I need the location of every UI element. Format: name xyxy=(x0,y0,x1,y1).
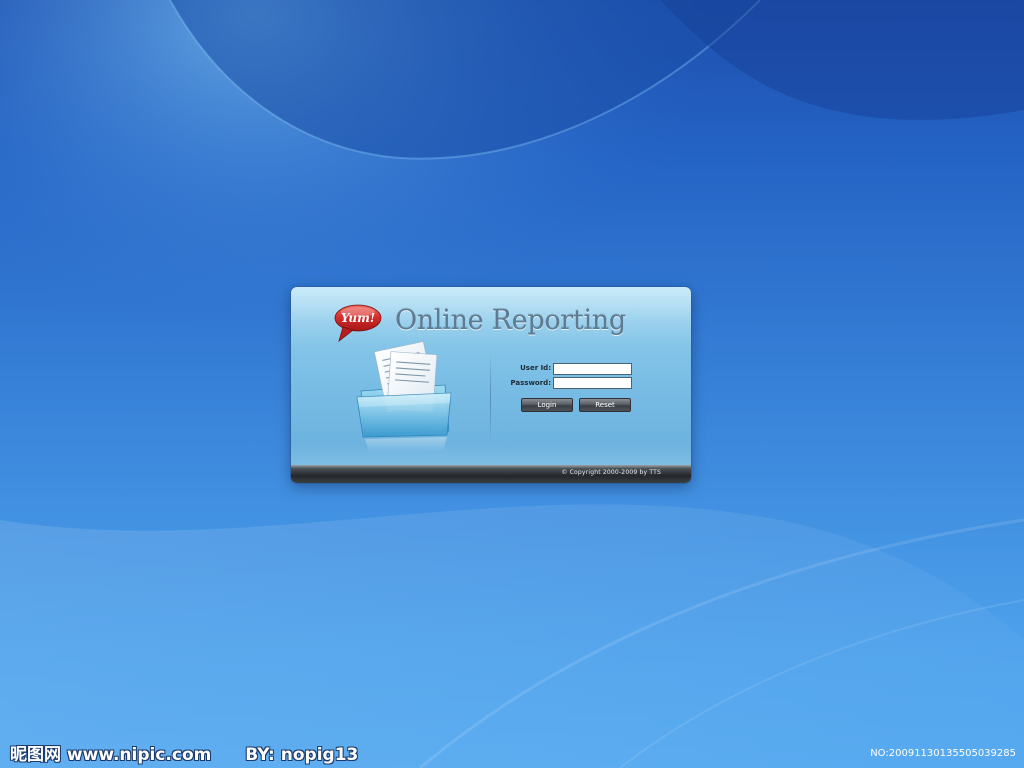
user-id-label: User Id: xyxy=(520,364,551,372)
image-number-watermark: NO:20091130135505039285 xyxy=(870,748,1016,759)
password-input[interactable] xyxy=(553,377,632,389)
user-id-input[interactable] xyxy=(553,363,632,375)
site-watermark: 昵图网 www.nipic.com BY: nopig13 xyxy=(10,740,358,765)
documents-folder-icon xyxy=(356,341,452,452)
yum-logo-icon: Yum! xyxy=(334,304,382,343)
copyright-text: © Copyright 2000-2009 by TTS xyxy=(561,469,661,476)
app-title: Online Reporting xyxy=(395,305,626,336)
login-panel: Yum! Online Reporting User Id: Password:… xyxy=(291,287,691,483)
desktop-background: { "login_panel": { "brand_badge": "Yum!"… xyxy=(0,0,1024,768)
panel-footer: © Copyright 2000-2009 by TTS xyxy=(291,465,691,483)
login-button[interactable]: Login xyxy=(521,398,573,412)
password-label: Password: xyxy=(510,379,551,387)
site-watermark-text: 昵图网 www.nipic.com xyxy=(10,745,212,765)
author-watermark-text: BY: nopig13 xyxy=(245,745,359,765)
reset-button[interactable]: Reset xyxy=(579,398,631,412)
brand-badge-text: Yum! xyxy=(341,311,375,325)
